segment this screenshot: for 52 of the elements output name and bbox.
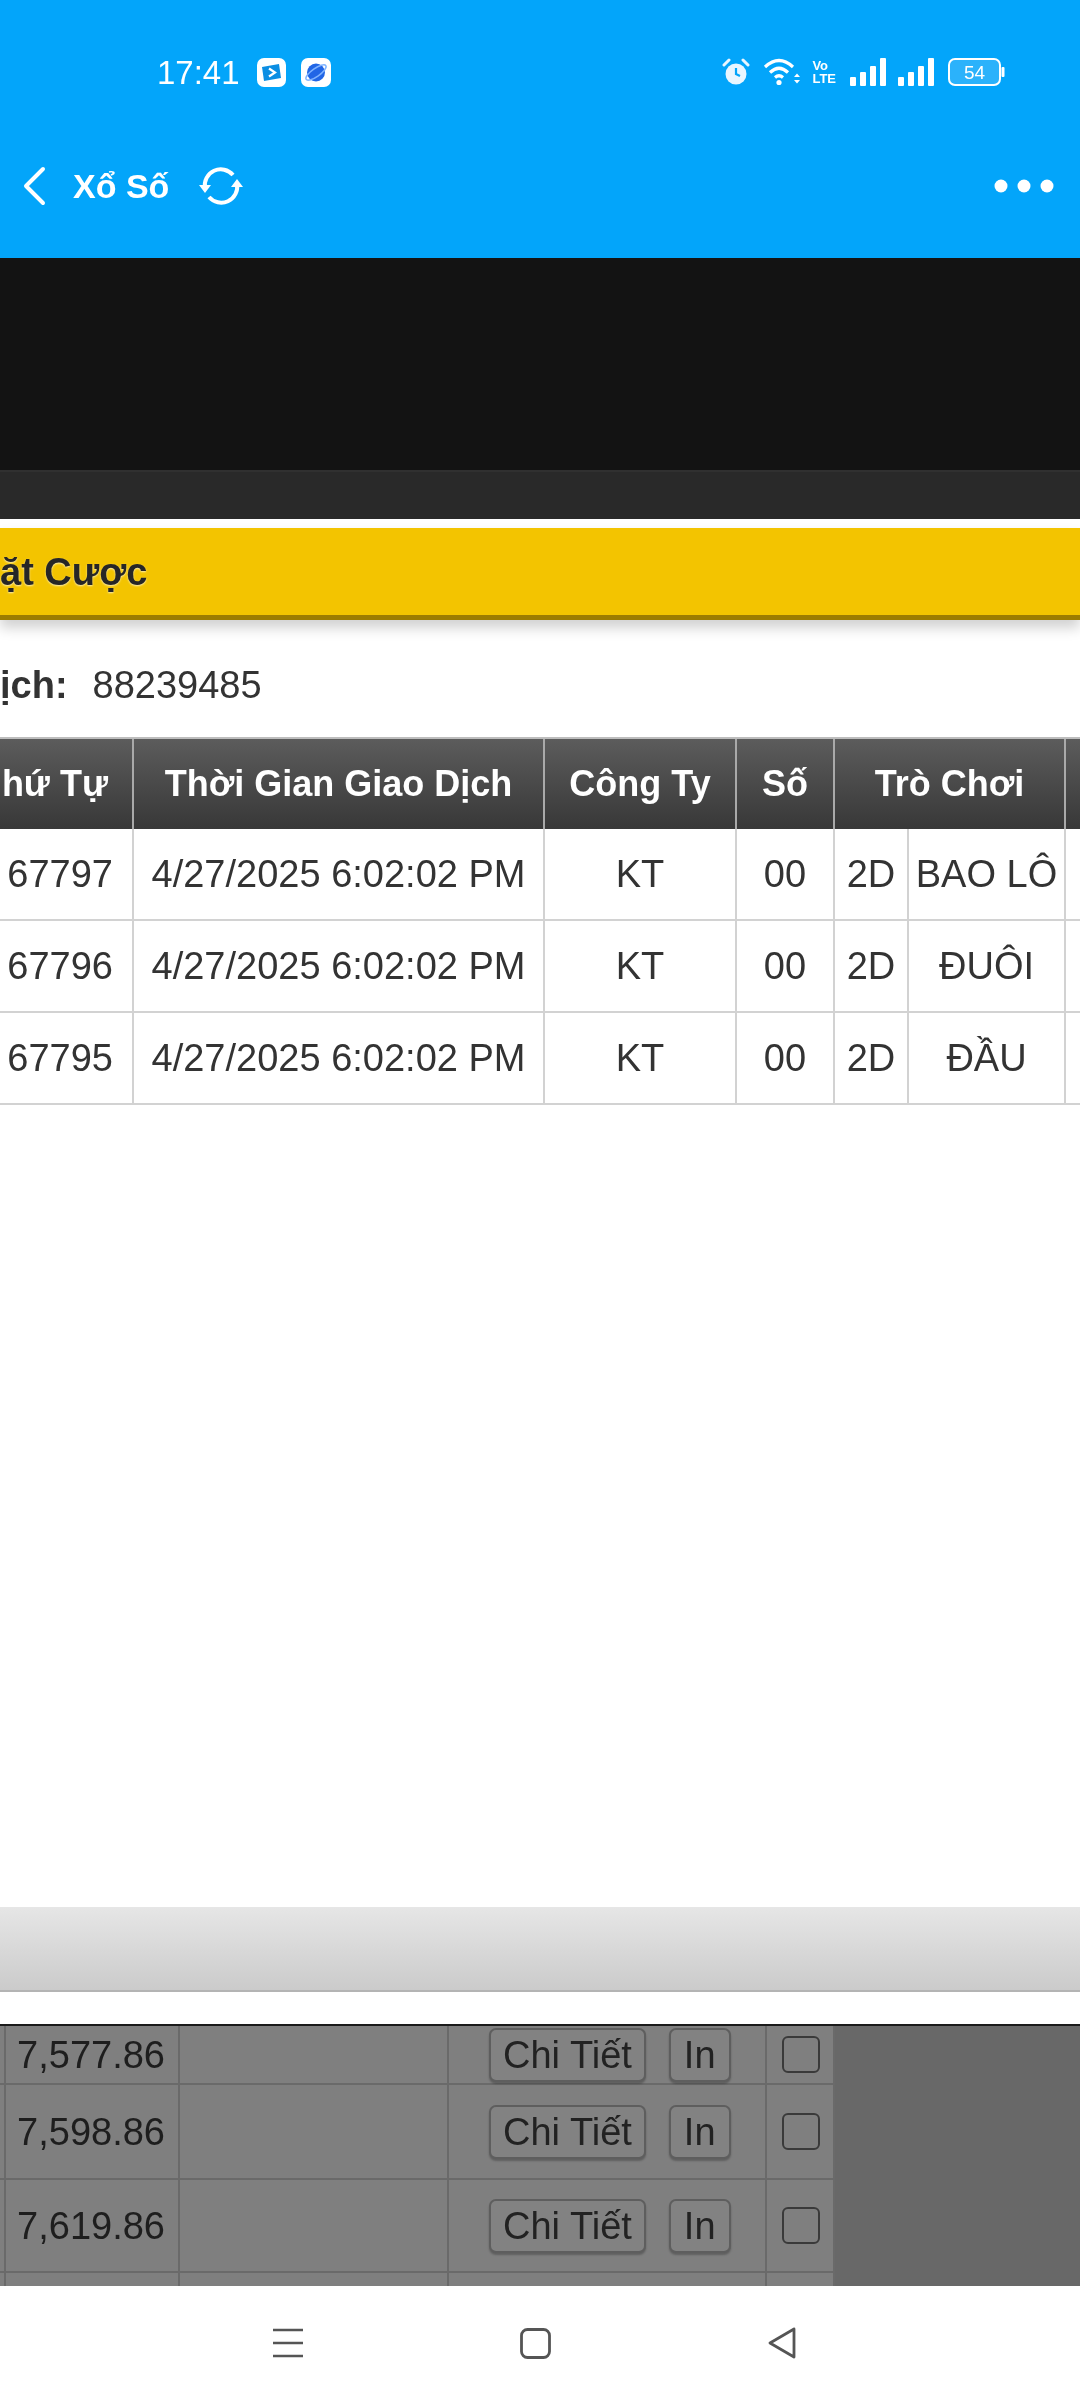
column-header: Công Ty [545, 739, 737, 829]
table-cell: KT [545, 1013, 737, 1105]
table-cell: KT [545, 829, 737, 921]
detail-button[interactable]: Chi Tiết [489, 2198, 646, 2253]
battery-indicator: 54 [948, 58, 1005, 86]
table-cell: 00 [737, 829, 835, 921]
table-cell: BAO LÔ [909, 829, 1066, 921]
wifi-icon [763, 58, 803, 86]
app-title: Xổ Số [73, 169, 170, 203]
detail-button[interactable]: Chi Tiết [489, 2027, 646, 2082]
dialog-title: ặt Cược [0, 552, 148, 591]
table-cell: 4/27/2025 6:02:02 PM [134, 829, 545, 921]
amount-text: 7,619.86 [17, 2206, 165, 2245]
column-header: Trò Chơi [835, 739, 1066, 829]
column-header: Số [737, 739, 835, 829]
table-cell: 67795 [0, 1013, 134, 1105]
table-cell: KT [545, 921, 737, 1013]
checkbox[interactable] [782, 2036, 820, 2073]
play-screen-icon [256, 57, 286, 87]
column-header: hứ Tự [0, 739, 134, 829]
table-cell: ĐẦU [909, 1013, 1066, 1105]
detail-button[interactable]: Chi Tiết [489, 2104, 646, 2159]
status-time: 17:41 [157, 55, 240, 89]
table-cell: 2D [835, 829, 909, 921]
table-cell: 67797 [0, 829, 134, 921]
checkbox[interactable] [782, 2207, 820, 2244]
checkbox[interactable] [782, 2113, 820, 2150]
print-button[interactable]: In [668, 2104, 731, 2159]
alarm-clock-icon [722, 58, 751, 86]
lte-label: LTE [812, 72, 836, 85]
table-cell: 2D [835, 921, 909, 1013]
table-cell: 00 [737, 921, 835, 1013]
more-icon[interactable] [994, 179, 1054, 193]
volte-label: Vo [812, 59, 829, 72]
table-cell: 67796 [0, 921, 134, 1013]
back-icon[interactable] [767, 2327, 797, 2359]
table-cell: 4/27/2025 6:02:02 PM [134, 921, 545, 1013]
print-button[interactable]: In [668, 2027, 731, 2082]
table-cell: 00 [737, 1013, 835, 1105]
signal-icon [898, 58, 934, 86]
transaction-id: 88239485 [92, 666, 262, 704]
home-icon[interactable] [520, 2327, 551, 2359]
column-header: Thời Gian Giao Dịch [134, 739, 545, 829]
amount-text: 7,577.86 [17, 2035, 165, 2074]
transaction-label: ịch: [0, 666, 68, 704]
menu-icon[interactable] [272, 2328, 304, 2358]
signal-icon [850, 58, 886, 86]
table-cell: 2D [835, 1013, 909, 1105]
print-button[interactable]: In [668, 2198, 731, 2253]
amount-text: 7,598.86 [17, 2112, 165, 2151]
table-cell: ĐUÔI [909, 921, 1066, 1013]
table-cell: 4/27/2025 6:02:02 PM [134, 1013, 545, 1105]
